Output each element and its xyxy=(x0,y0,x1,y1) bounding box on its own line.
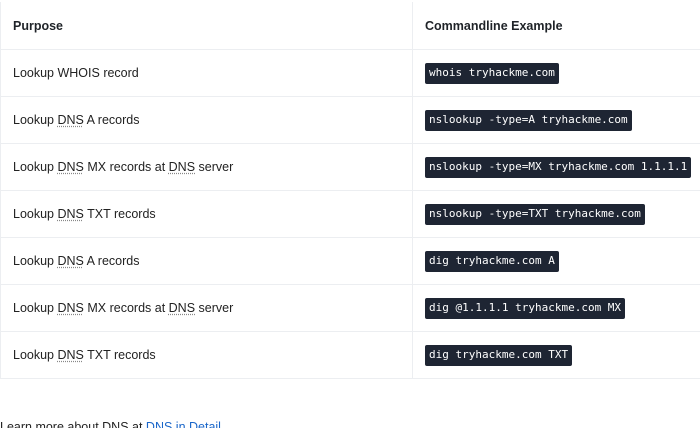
purpose-text: Lookup xyxy=(13,301,58,315)
purpose-cell: Lookup DNS TXT records xyxy=(0,190,413,238)
page: Purpose Commandline Example Lookup WHOIS… xyxy=(0,0,700,428)
purpose-text: A records xyxy=(83,254,140,268)
dns-in-detail-link[interactable]: DNS in Detail xyxy=(146,420,221,428)
table-row: Lookup WHOIS record whois tryhackme.com xyxy=(0,49,700,97)
purpose-text: Lookup WHOIS record xyxy=(13,66,139,80)
purpose-text: MX records at xyxy=(83,301,169,315)
table-row: Lookup DNS TXT records nslookup -type=TXT… xyxy=(0,190,700,238)
purpose-text: A records xyxy=(83,113,140,127)
purpose-text: Lookup xyxy=(13,254,58,268)
purpose-text: server xyxy=(195,301,234,315)
table-row: Lookup DNS MX records at DNS server dig @… xyxy=(0,284,700,332)
table-row: Lookup DNS TXT records dig tryhackme.com … xyxy=(0,331,700,379)
purpose-header: Purpose xyxy=(0,2,413,50)
command-cell: whois tryhackme.com xyxy=(412,49,700,97)
dns-abbr: DNS xyxy=(57,160,84,174)
command-cell: dig tryhackme.com TXT xyxy=(412,331,700,379)
command-cell: dig tryhackme.com A xyxy=(412,237,700,285)
dns-abbr: DNS xyxy=(57,254,84,268)
dns-abbr: DNS xyxy=(57,113,84,127)
command-cell: dig @1.1.1.1 tryhackme.com MX xyxy=(412,284,700,332)
table-row: Lookup DNS A records nslookup -type=A try… xyxy=(0,96,700,144)
command-code: dig @1.1.1.1 tryhackme.com MX xyxy=(425,297,626,319)
purpose-text: Lookup xyxy=(13,348,58,362)
purpose-text: server xyxy=(195,160,234,174)
footer-text: Learn more about DNS at DNS in Detail xyxy=(0,420,221,428)
table-row: Lookup DNS MX records at DNS server nsloo… xyxy=(0,143,700,191)
command-table: Purpose Commandline Example Lookup WHOIS… xyxy=(0,2,700,379)
purpose-text: TXT records xyxy=(83,348,156,362)
command-code: nslookup -type=MX tryhackme.com 1.1.1.1 xyxy=(425,156,692,178)
purpose-text: TXT records xyxy=(83,207,156,221)
dns-abbr: DNS xyxy=(168,160,196,174)
command-cell: nslookup -type=TXT tryhackme.com xyxy=(412,190,700,238)
purpose-cell: Lookup WHOIS record xyxy=(0,49,413,97)
command-cell: nslookup -type=MX tryhackme.com 1.1.1.1 xyxy=(412,143,700,191)
purpose-cell: Lookup DNS TXT records xyxy=(0,331,413,379)
command-code: whois tryhackme.com xyxy=(425,62,559,84)
table-header-row: Purpose Commandline Example xyxy=(0,2,700,50)
command-code: nslookup -type=TXT tryhackme.com xyxy=(425,203,645,225)
purpose-cell: Lookup DNS MX records at DNS server xyxy=(0,143,413,191)
command-cell: nslookup -type=A tryhackme.com xyxy=(412,96,700,144)
footer-label: Learn more about DNS at xyxy=(0,420,146,428)
table-row: Lookup DNS A records dig tryhackme.com A xyxy=(0,237,700,285)
dns-abbr: DNS xyxy=(57,301,84,315)
purpose-text: Lookup xyxy=(13,207,58,221)
purpose-cell: Lookup DNS A records xyxy=(0,96,413,144)
purpose-text: Lookup xyxy=(13,160,58,174)
purpose-cell: Lookup DNS A records xyxy=(0,237,413,285)
dns-abbr: DNS xyxy=(168,301,196,315)
commandline-header: Commandline Example xyxy=(412,2,700,50)
purpose-cell: Lookup DNS MX records at DNS server xyxy=(0,284,413,332)
dns-abbr: DNS xyxy=(57,207,84,221)
dns-abbr: DNS xyxy=(57,348,84,362)
purpose-text: Lookup xyxy=(13,113,58,127)
command-code: dig tryhackme.com TXT xyxy=(425,344,573,366)
command-code: nslookup -type=A tryhackme.com xyxy=(425,109,632,131)
command-code: dig tryhackme.com A xyxy=(425,250,559,272)
purpose-text: MX records at xyxy=(83,160,169,174)
